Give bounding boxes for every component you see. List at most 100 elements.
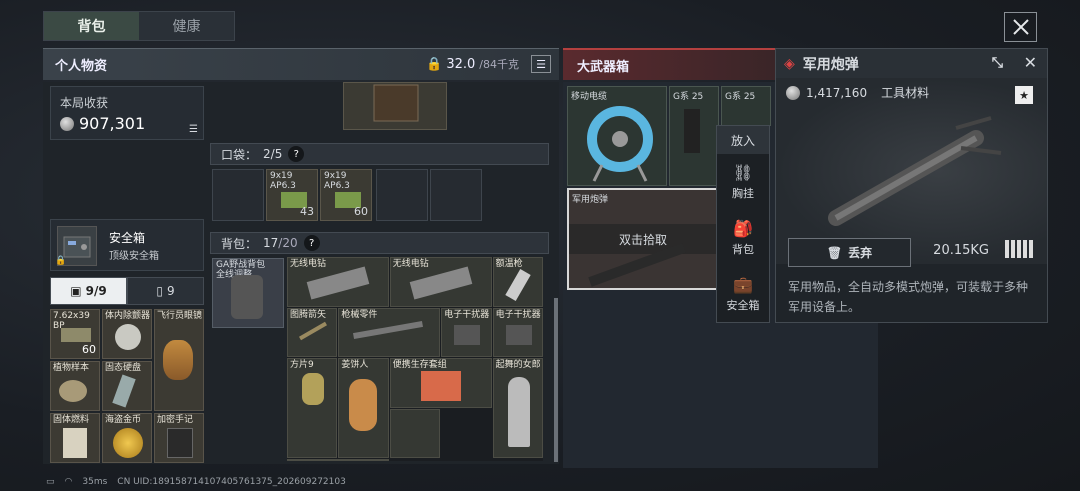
item-name: 9x19 AP6.3: [270, 171, 296, 191]
shell-image: [828, 116, 1002, 226]
backpack-count: 17/20: [263, 236, 298, 250]
item-cell[interactable]: 方片9: [287, 358, 338, 458]
close-button[interactable]: [1004, 12, 1037, 42]
backpack-equipped-slot[interactable]: GA野战背包 全线调整: [212, 258, 284, 328]
detail-header: ◈ 军用炮弹 ⤡ ✕: [776, 49, 1047, 78]
weapon-cell[interactable]: G系 25: [669, 86, 719, 186]
item-name: 海盗金币: [105, 415, 142, 425]
left-item-grid: 7.62x39 BP 60 体内除颤器 飞行员眼镜 植物样本 固态硬盘 固体燃料 …: [50, 309, 204, 463]
backpack-label: 背包：: [221, 236, 258, 251]
list-icon: ☰: [536, 57, 546, 71]
tab-health[interactable]: 健康: [139, 12, 234, 40]
item-cell[interactable]: 起舞的女郎: [492, 358, 543, 458]
earnings-list-icon[interactable]: ☰: [189, 124, 198, 135]
tab-backpack[interactable]: 背包: [44, 12, 139, 40]
detail-price-row: 1,417,160 工具材料: [786, 84, 929, 101]
top-item-slot[interactable]: [343, 82, 447, 130]
item-cell[interactable]: 固态硬盘: [102, 361, 152, 411]
put-backpack-option[interactable]: 🎒 背包: [717, 210, 769, 266]
status-bar: ▭ ◠ 35ms CN UID:18915871410740576137​5_2…: [46, 477, 346, 487]
item-name: 方片9: [290, 360, 314, 370]
ping-value: 35ms: [82, 477, 108, 487]
item-cell[interactable]: 加密手记: [154, 413, 204, 463]
discard-button[interactable]: 🗑 丢弃: [788, 238, 911, 267]
item-cell[interactable]: 图腾箭矢: [287, 307, 338, 357]
item-name: 固体燃料: [53, 415, 90, 425]
item-cell[interactable]: 姜饼人: [338, 358, 389, 458]
item-cell[interactable]: 植物样本: [50, 361, 100, 411]
item-name: 无线电钻: [290, 259, 327, 269]
item-name: 起舞的女郎: [495, 360, 541, 370]
item-name: 固态硬盘: [105, 363, 142, 373]
earnings-label: 本局收获: [60, 96, 109, 110]
option-label: 安全箱: [726, 299, 760, 312]
item-name: G系 25: [673, 92, 704, 102]
pocket-slot[interactable]: [376, 169, 428, 221]
weight-display: 🔒 32.0 /84千克: [426, 56, 519, 72]
list-toggle-button[interactable]: ☰: [531, 55, 551, 73]
item-cell[interactable]: 固体燃料: [50, 413, 100, 463]
lock-icon: 🔒: [55, 256, 67, 266]
item-cell[interactable]: 无线电钻: [389, 257, 492, 307]
pocket-header: 口袋： 2/5 ?: [210, 143, 549, 165]
filter-ammo-count: 9: [166, 284, 175, 298]
uid-text: CN UID:18915871410740576137​5_2026092721…: [117, 477, 346, 487]
filter-tab-items[interactable]: ▣ 9/9: [50, 277, 127, 305]
item-cell[interactable]: 电子干扰器: [492, 307, 543, 357]
pocket-slot[interactable]: 9x19 AP6.3 60: [320, 169, 372, 221]
item-name: 9x19 AP6.3: [324, 171, 350, 191]
pocket-slot[interactable]: 9x19 AP6.3 43: [266, 169, 318, 221]
item-cell[interactable]: 电子干扰器: [441, 307, 492, 357]
item-cell[interactable]: 体内除颤器: [102, 309, 152, 359]
item-count: 43: [300, 205, 314, 218]
backpack-scrollbar[interactable]: [554, 298, 558, 462]
item-cell[interactable]: 额温枪: [492, 257, 543, 307]
personal-title: 个人物资: [55, 59, 108, 74]
favorite-star-icon[interactable]: ★: [1015, 86, 1033, 104]
item-name: 无线电钻: [392, 259, 429, 269]
safe-box-card[interactable]: 安全箱 顶级安全箱 🔒: [50, 219, 204, 271]
item-cell[interactable]: 无线电钻: [287, 257, 389, 307]
weapon-cell[interactable]: 移动电缆: [567, 86, 667, 186]
selected-weapon-cell[interactable]: 军用炮弹 双击拾取: [567, 188, 719, 290]
coin-icon: [60, 116, 74, 131]
empty-cell[interactable]: [389, 408, 441, 458]
weapon-cell[interactable]: G系 25: [721, 86, 771, 126]
close-icon: [1012, 19, 1029, 35]
item-name: 便携生存套组: [392, 360, 447, 370]
detail-image-area: 1,417,160 工具材料 ★ 20.15KG: [776, 78, 1047, 264]
pocket-slot[interactable]: [212, 169, 264, 221]
item-name: G系 25: [725, 92, 756, 102]
weight-value: 32.0: [446, 56, 476, 72]
item-detail-panel: ◈ 军用炮弹 ⤡ ✕ 1,417,160 工具材料 ★ 20.15KG 🗑 丢弃…: [775, 48, 1048, 323]
item-cell[interactable]: 枪械零件: [338, 307, 441, 357]
item-name: 枪械零件: [341, 309, 378, 320]
item-cell[interactable]: 海盗金币: [102, 413, 152, 463]
put-chest-rig-option[interactable]: ⛓ 胸挂: [717, 154, 769, 210]
item-count: 60: [354, 205, 368, 218]
coin-icon: [786, 85, 800, 100]
item-cell[interactable]: 便携生存套组: [389, 358, 492, 408]
cable-reel-icon: [587, 106, 653, 182]
personal-header: 个人物资 🔒 32.0 /84千克 ☰: [43, 48, 559, 80]
item-name: 电子干扰器: [495, 309, 541, 320]
pocket-label: 口袋：: [221, 147, 258, 162]
safe-box-title: 安全箱: [109, 231, 146, 245]
empty-cell[interactable]: [287, 459, 389, 461]
item-cell[interactable]: 7.62x39 BP 60: [50, 309, 100, 359]
collapse-icon[interactable]: ⤡: [992, 55, 1003, 71]
diamond-icon: ◈: [784, 55, 795, 72]
filter-tab-ammo[interactable]: ▯ 9: [127, 277, 204, 305]
earnings-card: 本局收获 907,301 ☰: [50, 86, 204, 140]
item-cell[interactable]: 飞行员眼镜: [154, 309, 204, 411]
pocket-slot[interactable]: [430, 169, 482, 221]
backpack-help-icon[interactable]: ?: [303, 235, 320, 251]
item-name: 军用炮弹: [572, 195, 609, 205]
item-name: 姜饼人: [341, 360, 369, 370]
put-safe-box-option[interactable]: 💼 安全箱: [717, 266, 769, 322]
item-name: 图腾箭矢: [290, 309, 327, 320]
pocket-help-icon[interactable]: ?: [288, 146, 305, 162]
backpack-icon: 🎒: [733, 219, 753, 238]
battery-icon: ▭: [46, 477, 55, 487]
close-detail-icon[interactable]: ✕: [1024, 53, 1037, 72]
